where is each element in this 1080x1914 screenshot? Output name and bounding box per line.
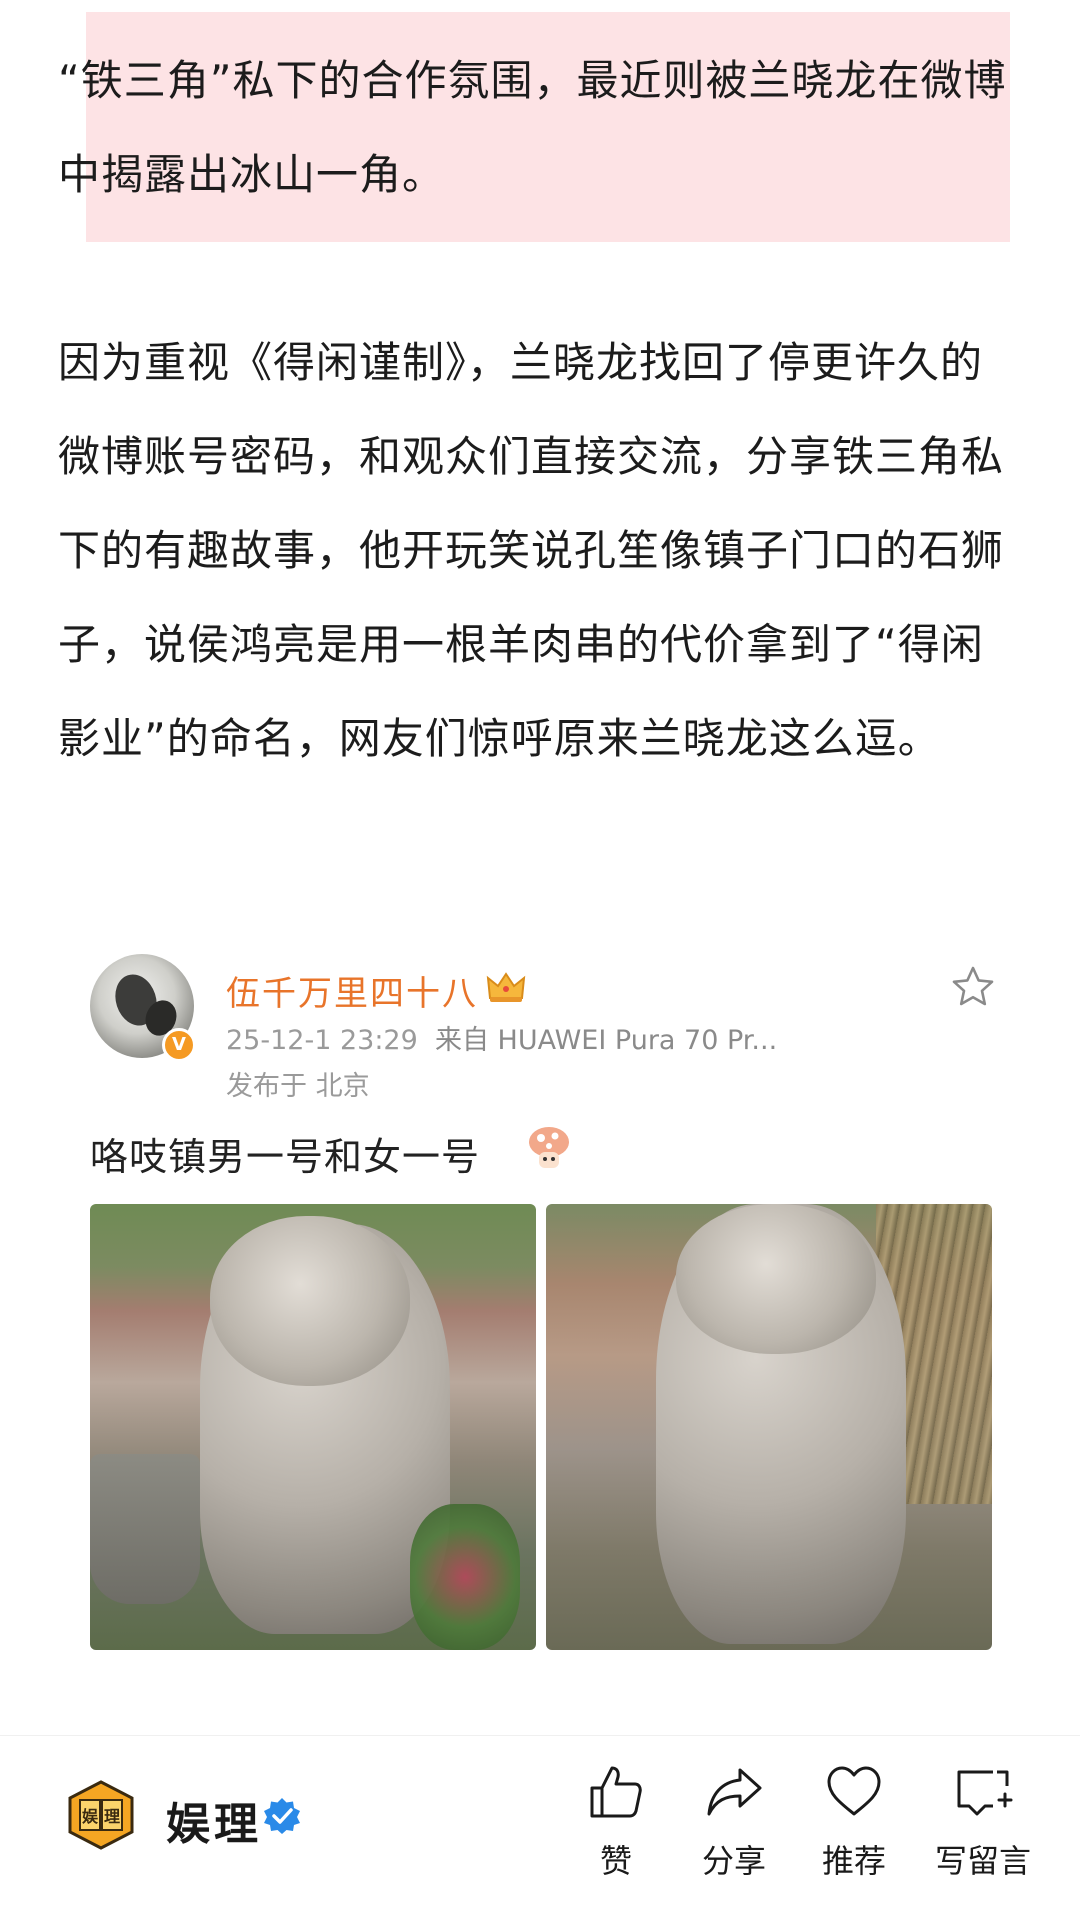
article-content: “铁三角”私下的合作氛围，最近则被兰晓龙在微博中揭露出冰山一角。 因为重视《得闲… — [0, 0, 1080, 1735]
post-photo-1[interactable] — [90, 1204, 536, 1650]
comment-button[interactable]: 写留言 — [912, 1762, 1054, 1892]
weibo-username[interactable]: 伍千万里四十八 — [226, 966, 478, 1015]
weibo-text: 咯吱镇男一号和女一号 — [90, 1135, 481, 1179]
weibo-source: 来自 HUAWEI Pura 70 Pr... — [434, 1025, 778, 1056]
weibo-post-card: V 伍千万里四十八 25-12-1 23:29 来自 HUAWEI Pura 7… — [58, 930, 1022, 1670]
weibo-timestamp: 25-12-1 23:29 — [226, 1025, 418, 1056]
brand-name[interactable]: 娱理 — [166, 1788, 262, 1852]
article-paragraph-1: “铁三角”私下的合作氛围，最近则被兰晓龙在微博中揭露出冰山一角。 — [58, 56, 1007, 199]
weibo-meta: 25-12-1 23:29 来自 HUAWEI Pura 70 Pr... — [226, 1018, 777, 1057]
share-button[interactable]: 分享 — [674, 1762, 794, 1892]
logo-glyph-2: 理 — [104, 1807, 120, 1826]
crown-icon — [486, 972, 526, 1002]
verified-badge-icon — [264, 1798, 300, 1834]
weibo-location: 发布于 北京 — [226, 1071, 370, 1102]
bottom-action-bar: 娱 理 娱理 赞 分享 推荐 写留言 — [0, 1735, 1080, 1914]
star-icon[interactable] — [950, 964, 996, 1010]
verified-v-icon: V — [162, 1028, 196, 1062]
comment-add-icon — [957, 1770, 1013, 1816]
thumbs-up-icon — [590, 1766, 642, 1818]
like-label: 赞 — [599, 1842, 632, 1880]
recommend-button[interactable]: 推荐 — [794, 1762, 914, 1892]
share-arrow-icon — [707, 1768, 762, 1816]
share-label: 分享 — [701, 1842, 766, 1880]
brand-logo-icon[interactable]: 娱 理 — [66, 1780, 136, 1850]
article-paragraph-2: 因为重视《得闲谨制》，兰晓龙找回了停更许久的微博账号密码，和观众们直接交流，分享… — [58, 338, 1005, 763]
mushroom-emoji-icon — [529, 1127, 569, 1168]
like-button[interactable]: 赞 — [556, 1762, 676, 1892]
comment-label: 写留言 — [934, 1842, 1031, 1880]
post-photo-2[interactable] — [546, 1204, 992, 1650]
logo-glyph-1: 娱 — [82, 1807, 99, 1826]
recommend-label: 推荐 — [821, 1842, 886, 1880]
heart-icon — [827, 1766, 881, 1816]
